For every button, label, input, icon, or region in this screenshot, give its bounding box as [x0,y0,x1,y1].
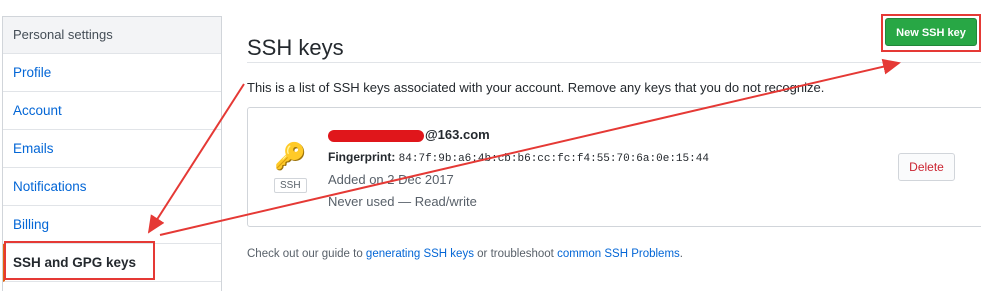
fingerprint-label: Fingerprint: [328,150,396,164]
sidebar-header: Personal settings [3,17,221,54]
sidebar-item-notifications[interactable]: Notifications [3,168,221,206]
fingerprint-value: 84:7f:9b:a6:4b:cb:b6:cc:fc:f4:55:70:6a:0… [398,153,709,165]
key-title-suffix: @163.com [425,127,490,142]
key-icon: 🔑 [274,141,307,171]
guide-post: . [679,248,683,260]
guide-mid: or troubleshoot [473,248,558,260]
common-ssh-problems-link[interactable]: common SSH Problems [557,248,680,260]
guide-pre: Check out our guide to [247,248,366,260]
title-divider [247,62,981,63]
key-usage: Never used — Read/write [328,194,477,209]
sidebar-item-billing[interactable]: Billing [3,206,221,244]
key-title: @163.com [328,127,490,142]
ssh-key-item: 🔑 SSH @163.com Fingerprint: 84:7f:9b:a6:… [247,107,981,227]
ssh-keys-description: This is a list of SSH keys associated wi… [247,80,825,95]
generating-ssh-keys-link[interactable]: generating SSH keys [366,248,474,260]
redaction-mark [328,129,424,142]
key-added-date: Added on 2 Dec 2017 [328,172,454,187]
sidebar-item-account[interactable]: Account [3,92,221,130]
sidebar-item-profile[interactable]: Profile [3,54,221,92]
ssh-badge: SSH [274,178,307,193]
guide-text: Check out our guide to generating SSH ke… [247,248,683,260]
highlight-new-ssh-key [881,14,981,52]
page-title: SSH keys [247,34,344,60]
delete-key-button[interactable]: Delete [898,153,955,181]
sidebar-item-emails[interactable]: Emails [3,130,221,168]
highlight-ssh-gpg-keys [4,241,155,280]
key-fingerprint: Fingerprint: 84:7f:9b:a6:4b:cb:b6:cc:fc:… [328,150,709,165]
